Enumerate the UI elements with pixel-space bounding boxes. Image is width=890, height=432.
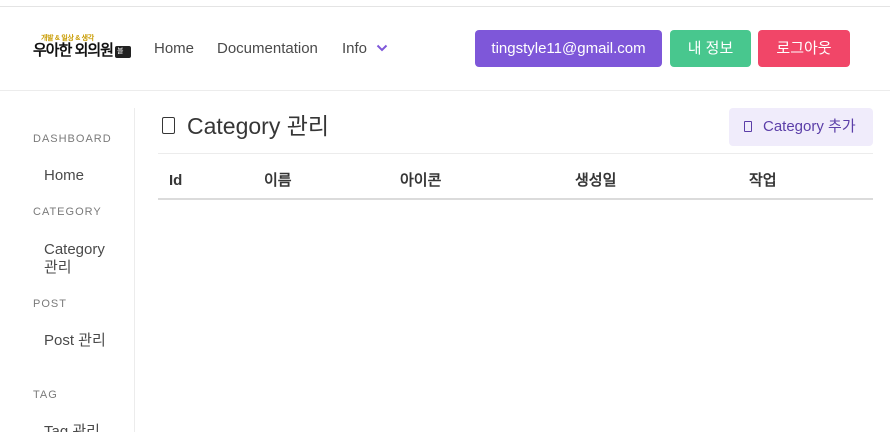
table-header-divider — [158, 198, 873, 200]
page-title: Category 관리 — [187, 113, 330, 139]
menu-label-post: POST — [33, 298, 67, 310]
add-category-button[interactable]: Category 추가 — [729, 108, 873, 146]
sidebar-item-post-manage[interactable]: Post 관리 — [44, 332, 114, 350]
logo-badge: 블로그 — [115, 46, 131, 79]
top-navbar: 개발 & 일상 & 생각 우아한 외의원 블로그 Home Documentat… — [0, 7, 890, 91]
table-header-actions: 작업 — [749, 172, 777, 189]
menu-label-category: CATEGORY — [33, 206, 102, 218]
table-header-created: 생성일 — [575, 172, 617, 189]
sidebar-item-tag-manage[interactable]: Tag 관리 — [44, 423, 114, 432]
table-top-divider — [158, 153, 873, 154]
chevron-down-icon[interactable] — [376, 43, 388, 53]
nav-home-link[interactable]: Home — [154, 40, 194, 58]
add-category-label: Category 추가 — [763, 118, 856, 135]
logo-name: 우아한 외의원 — [33, 42, 114, 59]
sidebar-item-home[interactable]: Home — [44, 167, 114, 185]
sidebar-item-category-manage[interactable]: Category 관리 — [44, 241, 114, 277]
user-email-button[interactable]: tingstyle11@gmail.com — [475, 30, 662, 67]
site-logo[interactable]: 개발 & 일상 & 생각 우아한 외의원 블로그 — [33, 34, 131, 79]
table-header-id: Id — [169, 172, 183, 189]
menu-label-dashboard: DASHBOARD — [33, 133, 112, 145]
square-icon — [162, 117, 175, 134]
menu-label-tag: TAG — [33, 389, 58, 401]
window-top-edge — [0, 0, 890, 7]
square-icon — [744, 121, 752, 132]
nav-info-dropdown[interactable]: Info — [342, 40, 367, 58]
sidebar-menu: DASHBOARD Home CATEGORY Category 관리 POST… — [0, 108, 135, 432]
my-info-button[interactable]: 내 정보 — [670, 30, 751, 67]
nav-documentation-link[interactable]: Documentation — [217, 40, 318, 58]
table-header-name: 이름 — [264, 172, 292, 189]
logout-button[interactable]: 로그아웃 — [758, 30, 850, 67]
table-header-icon: 아이콘 — [400, 172, 442, 189]
